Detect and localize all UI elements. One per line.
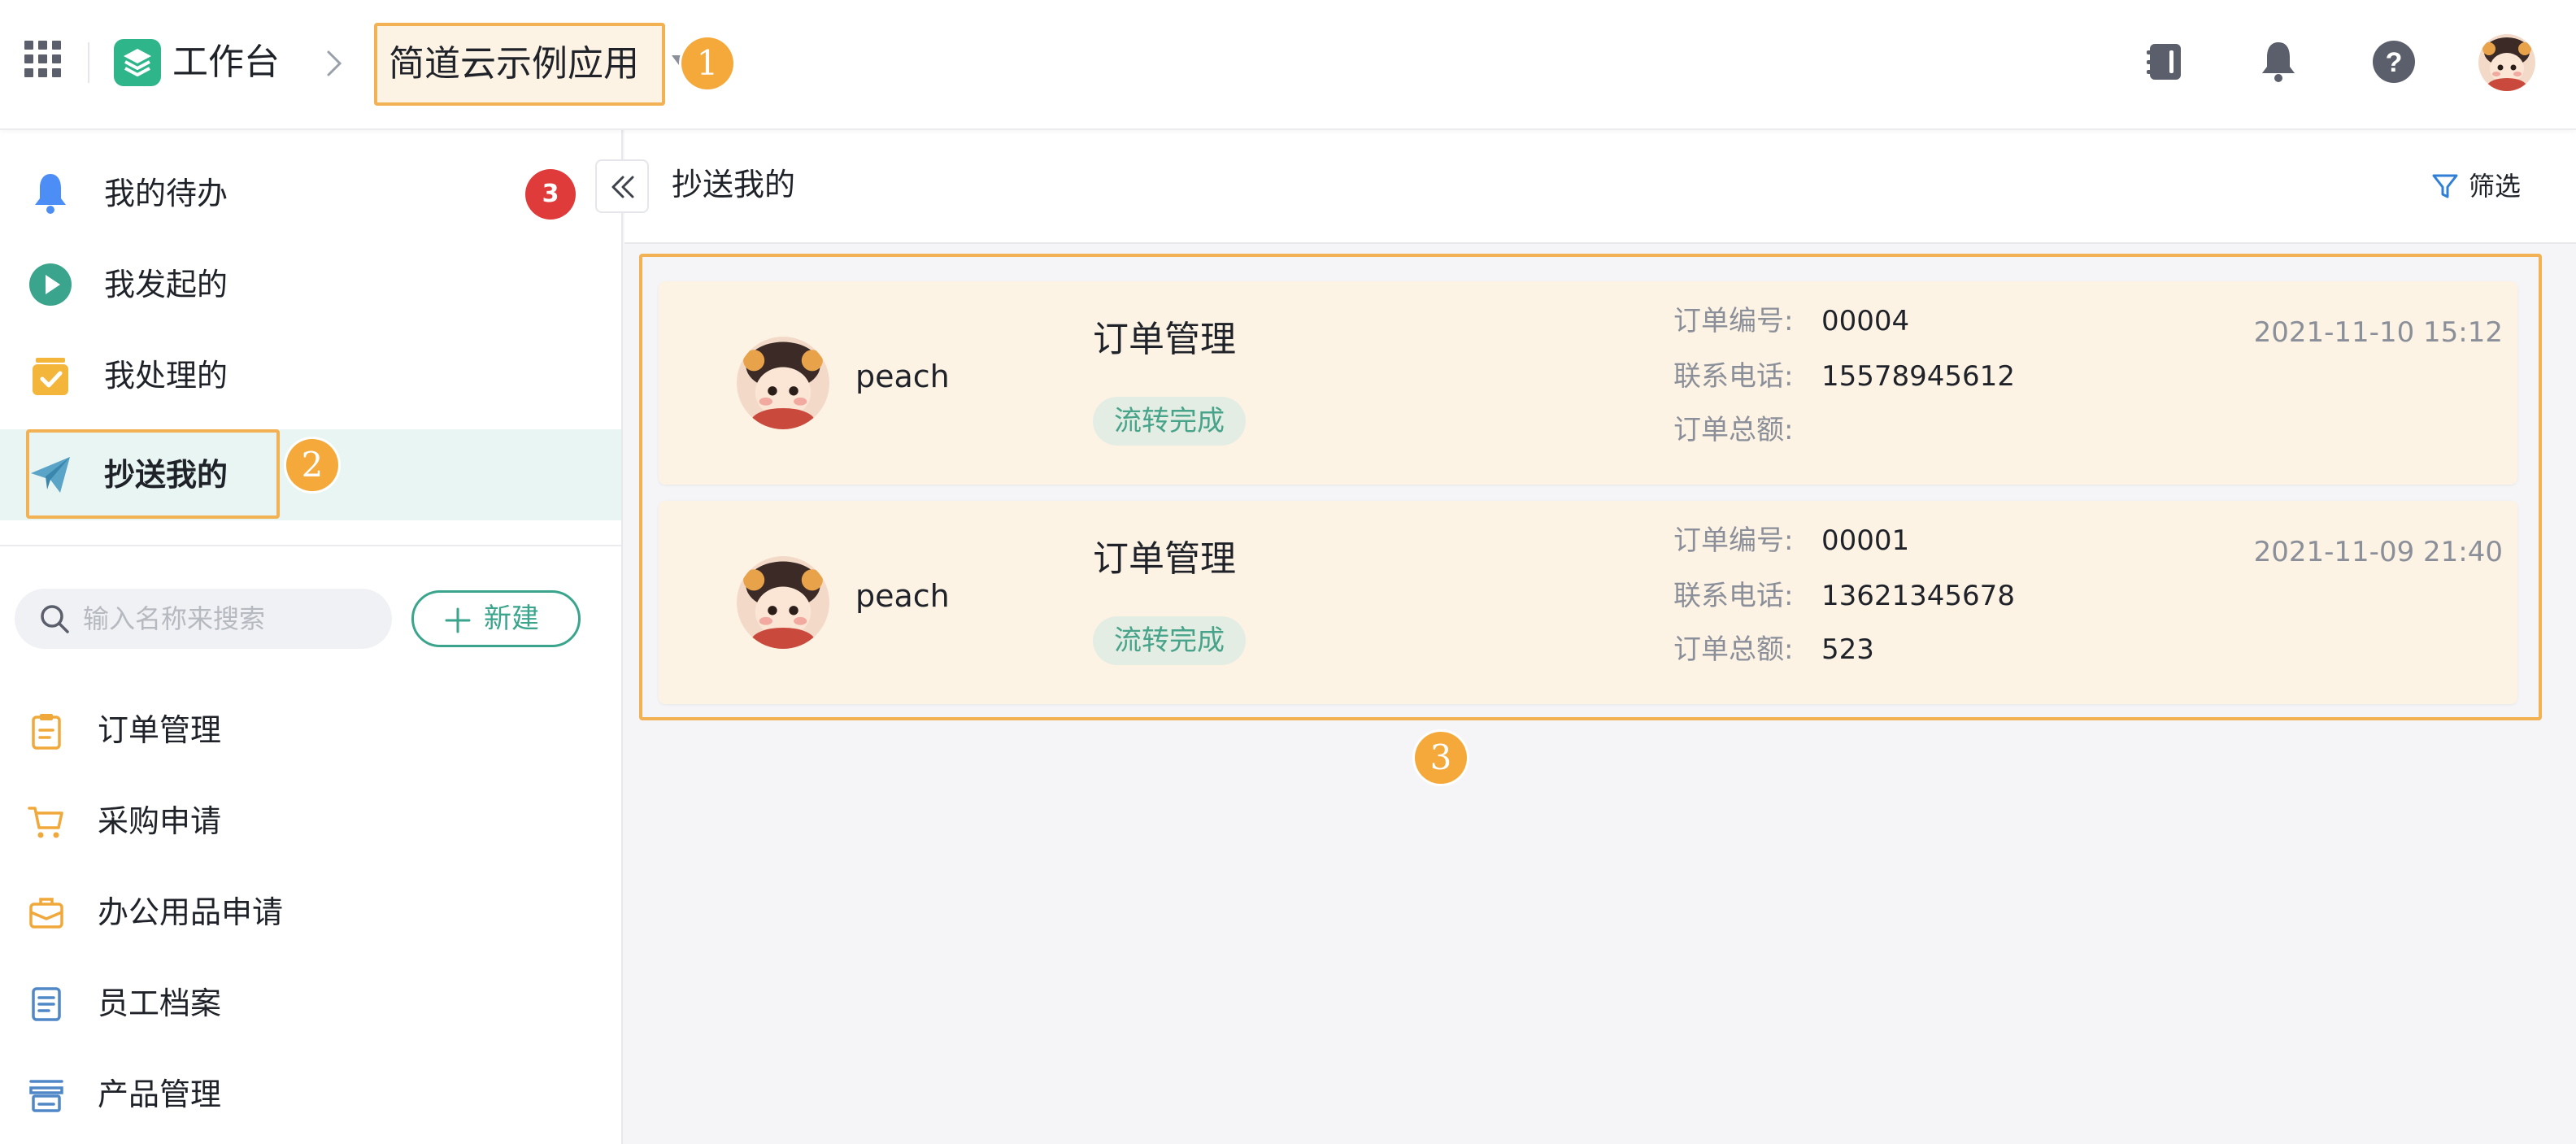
sidebar-item-label: 产品管理 (98, 1077, 222, 1112)
user-avatar[interactable] (2478, 34, 2535, 91)
top-divider (88, 42, 89, 83)
field-value: 13621345678 (1821, 580, 2015, 612)
notification-bell-icon[interactable] (2252, 36, 2304, 88)
annotation-marker-2: 2 (286, 439, 338, 491)
briefcase-icon (29, 898, 63, 929)
sidebar-item-todo[interactable]: 我的待办 3 (0, 148, 621, 239)
new-button-label: 新建 (484, 602, 539, 635)
avatar-image-icon (737, 556, 829, 649)
paper-plane-icon (31, 457, 70, 493)
help-icon[interactable]: ? (2368, 36, 2420, 88)
filter-label: 筛选 (2469, 171, 2522, 202)
sidebar-item-label: 员工档案 (98, 985, 222, 1021)
search-input[interactable] (83, 589, 376, 649)
app-selector[interactable]: 简道云示例应用 (374, 23, 665, 106)
clipboard-icon (32, 714, 61, 750)
sidebar-item-label: 我发起的 (104, 267, 228, 302)
sidebar-item-processed[interactable]: 我处理的 (0, 330, 621, 421)
sidebar-item-label: 我的待办 (104, 176, 228, 211)
field-label: 联系电话: (1673, 360, 1794, 393)
store-icon (29, 1080, 63, 1112)
field-label: 订单总额: (1673, 633, 1794, 666)
page-title: 抄送我的 (672, 167, 796, 202)
status-badge: 流转完成 (1093, 397, 1246, 446)
new-button[interactable]: 新建 (411, 590, 581, 647)
content-header: 抄送我的 筛选 (624, 130, 2576, 244)
sidebar-item-initiated[interactable]: 我发起的 (0, 239, 621, 330)
todo-count-badge: 3 (525, 169, 576, 220)
field-value: 00001 (1821, 524, 1910, 557)
annotation-marker-3: 3 (1415, 732, 1467, 784)
card-user-name: peach (855, 359, 950, 394)
sidebar-item-office-supplies[interactable]: 办公用品申请 (0, 867, 621, 958)
sidebar-item-label: 采购申请 (98, 803, 222, 839)
card-timestamp: 2021-11-09 21:40 (2253, 536, 2503, 568)
sidebar-item-product-management[interactable]: 产品管理 (0, 1049, 621, 1140)
sidebar-item-label: 我处理的 (104, 358, 228, 394)
workbench-logo-icon[interactable] (114, 39, 161, 86)
status-badge: 流转完成 (1093, 616, 1246, 665)
list-item[interactable]: peach 订单管理 流转完成 订单编号: 00001 联系电话: 136213… (659, 501, 2517, 704)
collapse-sidebar-button[interactable] (595, 159, 649, 213)
annotation-marker-1: 1 (681, 37, 733, 89)
field-label: 订单编号: (1673, 524, 1794, 557)
card-timestamp: 2021-11-10 15:12 (2253, 316, 2503, 349)
avatar (737, 337, 829, 429)
sidebar-item-order-management[interactable]: 订单管理 (0, 685, 621, 776)
field-value: 00004 (1821, 305, 1910, 337)
breadcrumb-chevron-icon (327, 50, 342, 76)
sidebar-item-label: 抄送我的 (104, 457, 228, 493)
avatar-image-icon (737, 337, 829, 429)
avatar-image-icon (2478, 34, 2535, 91)
field-value: 15578945612 (1821, 360, 2015, 393)
cart-icon (28, 807, 63, 838)
workbench-link[interactable]: 工作台 (172, 39, 280, 86)
bell-icon (35, 174, 66, 214)
card-user-name: peach (855, 578, 950, 614)
card-title: 订单管理 (1093, 319, 1236, 360)
sidebar: 我的待办 3 我发起的 我处理的 抄送我的 2 输入名称来搜索 新建 订单管理 … (0, 130, 623, 1144)
search-icon (41, 605, 69, 633)
app-grid-icon[interactable] (24, 41, 62, 78)
inbox-check-icon (33, 358, 68, 395)
address-book-icon[interactable] (2139, 36, 2191, 88)
play-circle-icon (29, 263, 72, 306)
top-bar: 工作台 简道云示例应用 1 ? (0, 0, 2576, 130)
filter-icon (2432, 174, 2458, 198)
card-title: 订单管理 (1093, 538, 1236, 580)
field-label: 联系电话: (1673, 580, 1794, 612)
sidebar-item-employee-records[interactable]: 员工档案 (0, 958, 621, 1049)
sidebar-item-label: 订单管理 (98, 712, 222, 748)
sidebar-item-label: 办公用品申请 (98, 894, 284, 930)
filter-button[interactable]: 筛选 (2431, 166, 2545, 207)
sidebar-item-purchase-request[interactable]: 采购申请 (0, 776, 621, 867)
document-icon (32, 987, 61, 1021)
plus-icon (445, 607, 471, 633)
search-box[interactable] (15, 589, 392, 649)
list-item[interactable]: peach 订单管理 流转完成 订单编号: 00004 联系电话: 155789… (659, 281, 2517, 485)
field-label: 订单编号: (1673, 305, 1794, 337)
sidebar-divider (0, 545, 621, 546)
field-value: 523 (1821, 633, 1874, 666)
avatar (737, 556, 829, 649)
double-chevron-left-icon (611, 176, 634, 198)
svg-text:?: ? (2386, 47, 2403, 78)
field-label: 订单总额: (1673, 414, 1794, 446)
